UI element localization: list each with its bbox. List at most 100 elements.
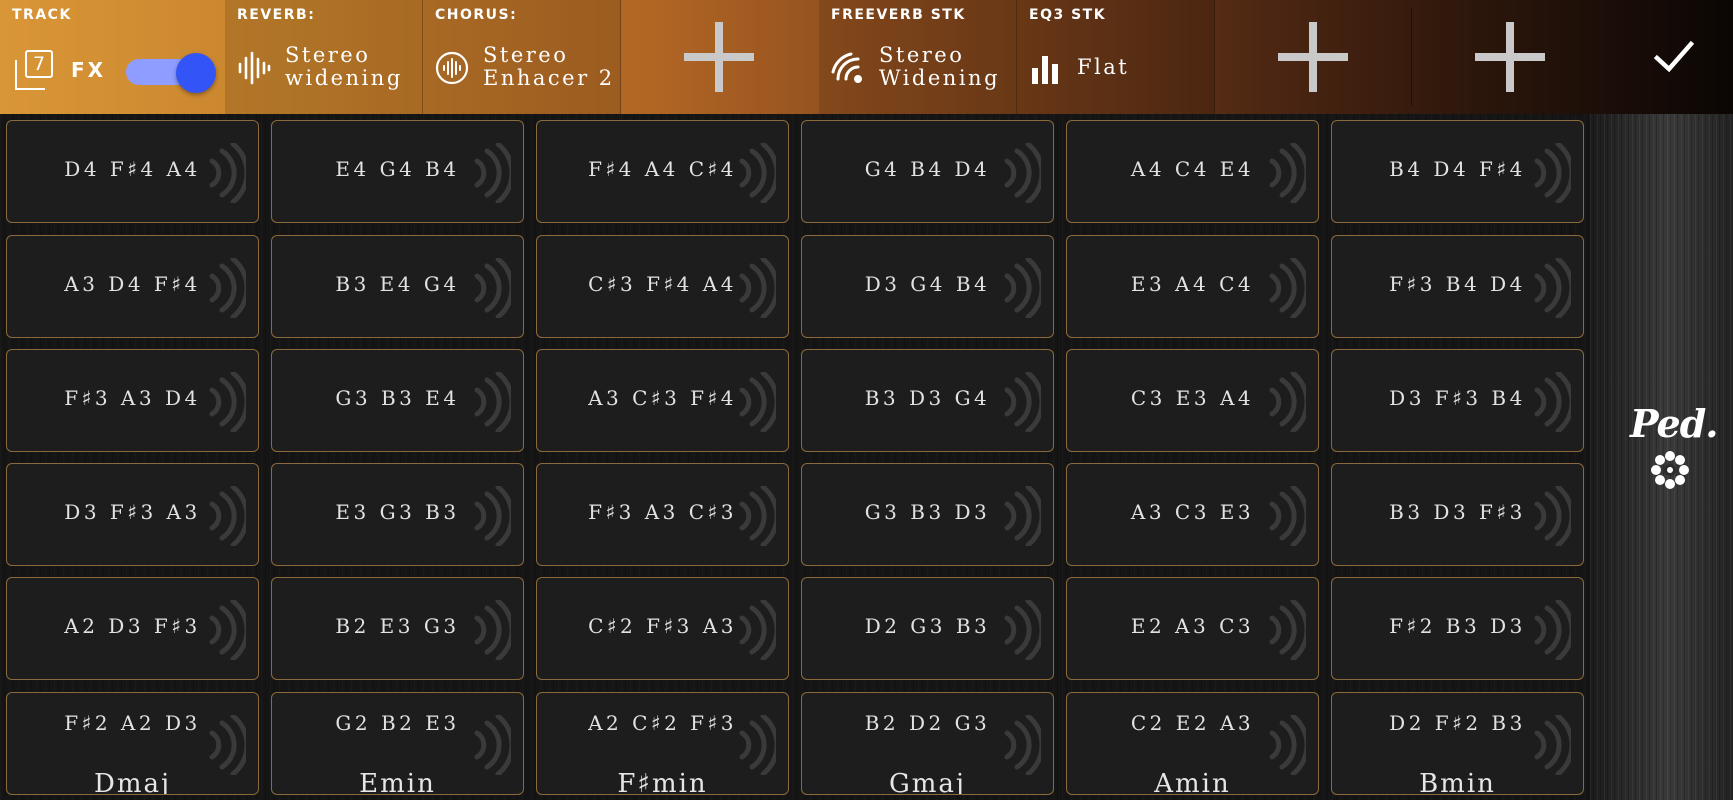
- fx-slot-name: Stereo Widening: [879, 43, 1001, 90]
- chord-pad[interactable]: C♯3 F♯4 A4: [536, 235, 789, 338]
- plus-icon: [1475, 22, 1545, 92]
- pad-notes: B2 D2 G3: [864, 711, 991, 735]
- fx-slot-freeverb[interactable]: FREEVERB STK Stereo Widening: [819, 0, 1017, 114]
- chord-pad[interactable]: B3 E4 G4: [271, 235, 524, 338]
- chord-pad[interactable]: B4 D4 F♯4: [1331, 120, 1584, 223]
- add-fx-button[interactable]: [1215, 0, 1411, 114]
- pad-notes: D2 F♯2 B3: [1389, 711, 1526, 735]
- track-count-icon[interactable]: 7: [12, 46, 58, 92]
- pad-notes: C♯2 F♯3 A3: [588, 614, 737, 638]
- pad-notes: F♯2 A2 D3: [64, 711, 201, 735]
- chord-pad[interactable]: D2 G3 B3: [801, 577, 1054, 680]
- pad-notes: F♯4 A4 C♯4: [588, 157, 737, 181]
- pad-notes: A3 C♯3 F♯4: [588, 386, 737, 410]
- toggle-knob: [176, 53, 216, 93]
- fx-slot-heading: FREEVERB STK: [831, 7, 966, 23]
- chord-pad[interactable]: G3 B3 E4: [271, 349, 524, 452]
- pad-chord-name: Bmin: [1419, 769, 1496, 795]
- fx-toggle-switch[interactable]: [126, 53, 218, 93]
- side-panel: Ped.: [1590, 114, 1733, 800]
- chord-pad[interactable]: D3 F♯3 B4: [1331, 349, 1584, 452]
- chord-pad[interactable]: E2 A3 C3: [1066, 577, 1319, 680]
- chord-pad[interactable]: F♯3 A3 D4: [6, 349, 259, 452]
- pad-notes: A3 C3 E3: [1130, 500, 1255, 524]
- chord-pad-grid: D4 F♯4 A4 E4 G4 B4 F♯4 A4 C♯4 G4 B4 D4 A4 C4…: [0, 114, 1590, 800]
- pad-notes: B4 D4 F♯4: [1389, 157, 1526, 181]
- chord-pad[interactable]: D3 G4 B4: [801, 235, 1054, 338]
- chord-pad[interactable]: D4 F♯4 A4: [6, 120, 259, 223]
- pad-notes: A2 C♯2 F♯3: [588, 711, 737, 735]
- pad-notes: F♯3 A3 C♯3: [588, 500, 737, 524]
- chord-pad[interactable]: B2 E3 G3: [271, 577, 524, 680]
- chord-pad[interactable]: G4 B4 D4: [801, 120, 1054, 223]
- chord-pad[interactable]: F♯2 A2 D3 Dmaj: [6, 692, 259, 795]
- pad-notes: E3 G3 B3: [335, 500, 460, 524]
- pad-notes: D3 F♯3 B4: [1389, 386, 1526, 410]
- chord-pad[interactable]: E3 A4 C4: [1066, 235, 1319, 338]
- add-fx-button[interactable]: [621, 0, 817, 114]
- pad-notes: F♯2 B3 D3: [1389, 614, 1526, 638]
- chord-pad[interactable]: D2 F♯2 B3 Bmin: [1331, 692, 1584, 795]
- fx-slot-name: Flat: [1077, 55, 1130, 79]
- fx-slot-eq3[interactable]: EQ3 STK Flat: [1017, 0, 1215, 114]
- pad-notes: E4 G4 B4: [335, 157, 460, 181]
- pad-notes: G4 B4 D4: [864, 157, 991, 181]
- chord-pad[interactable]: A2 D3 F♯3: [6, 577, 259, 680]
- pedal-release-flower-icon: [1651, 451, 1689, 489]
- pad-notes: A3 D4 F♯4: [64, 272, 201, 296]
- chord-pad[interactable]: D3 F♯3 A3: [6, 463, 259, 566]
- chord-pad[interactable]: C♯2 F♯3 A3: [536, 577, 789, 680]
- pad-notes: D2 G3 B3: [864, 614, 991, 638]
- sustain-pedal-button[interactable]: Ped.: [1630, 404, 1719, 490]
- chord-pad[interactable]: F♯3 A3 C♯3: [536, 463, 789, 566]
- chord-pad[interactable]: E3 G3 B3: [271, 463, 524, 566]
- pad-notes: E2 A3 C3: [1130, 614, 1255, 638]
- chord-pad[interactable]: B3 D3 F♯3: [1331, 463, 1584, 566]
- fx-slot-chorus[interactable]: CHORUS: Stereo Enhacer 2: [423, 0, 621, 114]
- pad-notes: D3 G4 B4: [864, 272, 991, 296]
- chord-pad[interactable]: A3 C3 E3: [1066, 463, 1319, 566]
- pad-notes: B3 E4 G4: [335, 272, 460, 296]
- fx-slot-heading: CHORUS:: [435, 7, 518, 23]
- fx-slot-heading: REVERB:: [237, 7, 316, 23]
- pad-notes: A2 D3 F♯3: [64, 614, 201, 638]
- pad-notes: G2 B2 E3: [335, 711, 460, 735]
- chord-pad[interactable]: E4 G4 B4: [271, 120, 524, 223]
- pad-notes: C2 E2 A3: [1130, 711, 1255, 735]
- chord-pad[interactable]: G2 B2 E3 Emin: [271, 692, 524, 795]
- pad-notes: F♯3 A3 D4: [64, 386, 201, 410]
- pad-chord-name: F♯min: [617, 769, 708, 795]
- bar-eq-icon: [1032, 56, 1058, 84]
- chord-pad[interactable]: F♯2 B3 D3: [1331, 577, 1584, 680]
- chord-pad[interactable]: C2 E2 A3 Amin: [1066, 692, 1319, 795]
- chord-pad[interactable]: B3 D3 G4: [801, 349, 1054, 452]
- pad-chord-name: Emin: [359, 769, 436, 795]
- chord-pad[interactable]: A3 C♯3 F♯4: [536, 349, 789, 452]
- pad-chord-name: Dmaj: [93, 769, 172, 795]
- chord-pad[interactable]: A3 D4 F♯4: [6, 235, 259, 338]
- track-heading: TRACK: [12, 7, 72, 23]
- fx-chain-bar: TRACK 7 FX REVERB: Stereo widening CHORU…: [0, 0, 1733, 114]
- pad-notes: E3 A4 C4: [1130, 272, 1255, 296]
- chord-pad[interactable]: C3 E3 A4: [1066, 349, 1319, 452]
- fx-slot-reverb[interactable]: REVERB: Stereo widening: [225, 0, 423, 114]
- plus-icon: [684, 22, 754, 92]
- chord-pad[interactable]: B2 D2 G3 Gmaj: [801, 692, 1054, 795]
- chord-pad[interactable]: A2 C♯2 F♯3 F♯min: [536, 692, 789, 795]
- waveform-icon: [238, 51, 271, 85]
- chord-pad[interactable]: F♯4 A4 C♯4: [536, 120, 789, 223]
- pad-notes: B3 D3 F♯3: [1389, 500, 1526, 524]
- add-fx-button[interactable]: [1412, 0, 1608, 114]
- pad-notes: D3 F♯3 A3: [64, 500, 201, 524]
- checkmark-icon[interactable]: [1643, 32, 1703, 82]
- chord-pad[interactable]: F♯3 B4 D4: [1331, 235, 1584, 338]
- plus-icon: [1278, 22, 1348, 92]
- signal-waves-icon: [831, 52, 862, 83]
- pad-notes: G3 B3 E4: [335, 386, 460, 410]
- pad-notes: G3 B3 D3: [864, 500, 991, 524]
- pad-notes: B3 D3 G4: [864, 386, 991, 410]
- chord-pad[interactable]: A4 C4 E4: [1066, 120, 1319, 223]
- chord-pad[interactable]: G3 B3 D3: [801, 463, 1054, 566]
- pad-notes: C3 E3 A4: [1130, 386, 1255, 410]
- pad-notes: D4 F♯4 A4: [64, 157, 201, 181]
